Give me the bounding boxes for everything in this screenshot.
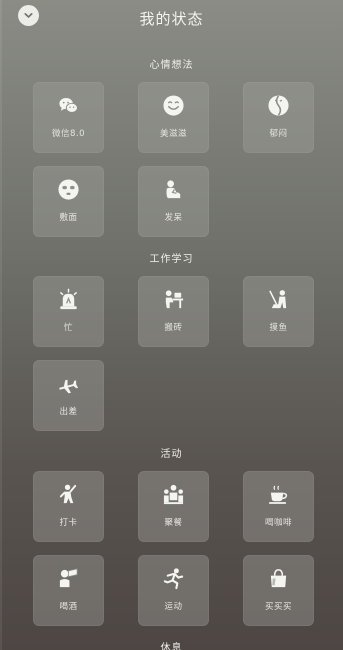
smile-icon (162, 94, 185, 117)
status-tile-exercise[interactable]: 运动 (138, 555, 209, 626)
status-tile-work[interactable]: 搬砖 (138, 276, 209, 347)
alarm-light-icon (57, 288, 80, 311)
section-title-work: 工作学习 (149, 254, 194, 265)
section-title-rest: 休息 (160, 643, 183, 650)
running-icon (162, 567, 185, 590)
gloomy-icon (267, 94, 290, 117)
status-tile-face-mask[interactable]: 敷面 (33, 166, 104, 237)
tile-label: 买买买 (264, 602, 292, 612)
page-title: 我的状态 (139, 10, 204, 28)
section-title-activity: 活动 (160, 449, 183, 460)
status-tile-daze[interactable]: 发呆 (138, 166, 209, 237)
gathering-icon (162, 483, 185, 506)
status-tile-busy[interactable]: 忙 (33, 276, 104, 347)
status-tile-checkin[interactable]: 打卡 (33, 471, 104, 542)
shopping-bag-icon (267, 567, 290, 590)
tile-label: 搬砖 (164, 323, 183, 333)
tile-label: 喝咖啡 (264, 518, 292, 528)
header: 我的状态 (0, 0, 343, 36)
status-tile-happy[interactable]: 美滋滋 (138, 82, 209, 153)
status-tile-gloomy[interactable]: 郁闷 (243, 82, 314, 153)
tile-label: 出差 (59, 407, 78, 417)
checkin-icon (57, 483, 80, 506)
status-tile-drinking[interactable]: 喝酒 (33, 555, 104, 626)
tile-label: 发呆 (164, 213, 183, 223)
tile-label: 聚餐 (164, 518, 183, 528)
tile-label: 郁闷 (269, 129, 288, 139)
status-tile-wechat[interactable]: 微信8.0 (33, 82, 104, 153)
face-mask-icon (57, 178, 80, 201)
airplane-icon (57, 372, 80, 395)
status-tile-business-trip[interactable]: 出差 (33, 360, 104, 431)
daze-icon (162, 178, 185, 201)
status-tile-slacking[interactable]: 摸鱼 (243, 276, 314, 347)
sweeping-icon (267, 288, 290, 311)
coffee-icon (267, 483, 290, 506)
wechat-icon (57, 94, 80, 117)
tile-label: 运动 (164, 602, 183, 612)
status-tile-gathering[interactable]: 聚餐 (138, 471, 209, 542)
tile-label: 微信8.0 (51, 129, 86, 139)
tile-label: 喝酒 (59, 602, 78, 612)
desk-work-icon (162, 288, 185, 311)
tile-label: 敷面 (59, 213, 78, 223)
tile-label: 打卡 (59, 518, 78, 528)
section-title-mood: 心情想法 (149, 60, 194, 71)
tile-label: 忙 (63, 323, 73, 333)
status-tile-coffee[interactable]: 喝咖啡 (243, 471, 314, 542)
tile-label: 美滋滋 (159, 129, 187, 139)
tile-label: 摸鱼 (269, 323, 288, 333)
page-edge (0, 0, 2, 650)
drinking-icon (57, 567, 80, 590)
status-tile-shopping[interactable]: 买买买 (243, 555, 314, 626)
